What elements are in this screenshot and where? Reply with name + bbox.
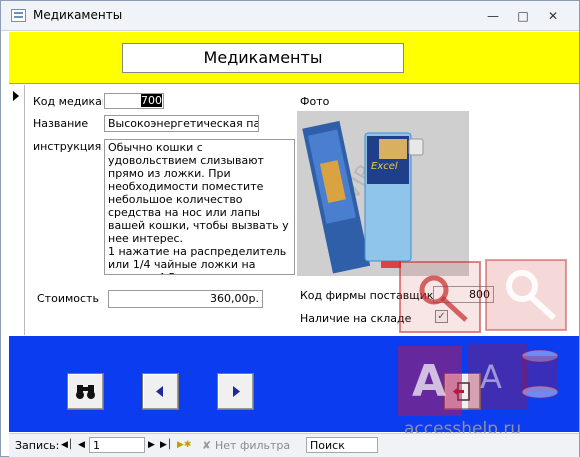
code-value: 700: [141, 94, 162, 107]
product-photo: VIPVIP Excel: [297, 111, 469, 276]
instruction-field[interactable]: Обычно кошки с удовольствием слизывают п…: [104, 139, 295, 275]
title-bar: Медикаменты — □ ✕: [1, 1, 579, 31]
in-stock-label: Наличие на складе: [300, 312, 412, 325]
previous-record-button[interactable]: [142, 373, 179, 410]
close-button[interactable]: ✕: [542, 7, 564, 25]
svg-text:A: A: [480, 358, 502, 396]
photo-label: Фото: [300, 95, 330, 108]
filter-status[interactable]: Нет фильтра: [215, 439, 290, 452]
binoculars-icon: [76, 385, 95, 399]
record-number-input[interactable]: 1: [89, 437, 145, 453]
prev-record-icon[interactable]: ◀: [78, 440, 85, 450]
search-input[interactable]: Поиск: [306, 437, 378, 453]
form-icon: [11, 9, 26, 22]
current-record-arrow-icon: [13, 91, 19, 101]
svg-text:A: A: [412, 356, 446, 407]
first-record-icon[interactable]: ◀│: [61, 440, 73, 450]
product-photo-image: VIPVIP Excel: [297, 111, 469, 276]
record-label: Запись:: [15, 439, 60, 452]
last-record-icon[interactable]: ▶│: [160, 440, 172, 450]
name-label: Название: [33, 117, 89, 130]
minimize-button[interactable]: —: [482, 7, 504, 25]
arrow-left-icon: [156, 386, 163, 397]
record-navigation-bar: Запись: ◀│ ◀ 1 ▶ ▶│ ▶✱ ✘ Нет фильтра Пои…: [9, 433, 579, 457]
code-label: Код медикам: [33, 95, 103, 108]
photo-brand-text: Excel: [371, 161, 398, 172]
record-selector[interactable]: [9, 85, 25, 335]
next-record-button[interactable]: [217, 373, 254, 410]
price-label: Стоимость: [37, 292, 99, 305]
watermark-logo: A A accesshelp.ru: [398, 259, 567, 439]
find-record-button[interactable]: [67, 373, 104, 410]
filter-icon[interactable]: ✘: [202, 439, 211, 452]
form-title: Медикаменты: [122, 43, 404, 73]
maximize-button[interactable]: □: [512, 7, 534, 25]
instruction-label: инструкция: [33, 140, 102, 153]
arrow-right-icon: [233, 386, 240, 397]
window-title: Медикаменты: [33, 8, 123, 22]
new-record-icon[interactable]: ▶✱: [177, 440, 191, 450]
code-field[interactable]: 700: [104, 93, 164, 109]
next-record-icon[interactable]: ▶: [148, 440, 155, 450]
form-header: Медикаменты: [9, 32, 579, 84]
name-field[interactable]: Высокоэнергетическая паста: [104, 115, 259, 132]
price-field[interactable]: 360,00р.: [108, 290, 263, 308]
form-window: Медикаменты — □ ✕ Медикаменты Код медика…: [0, 0, 580, 457]
